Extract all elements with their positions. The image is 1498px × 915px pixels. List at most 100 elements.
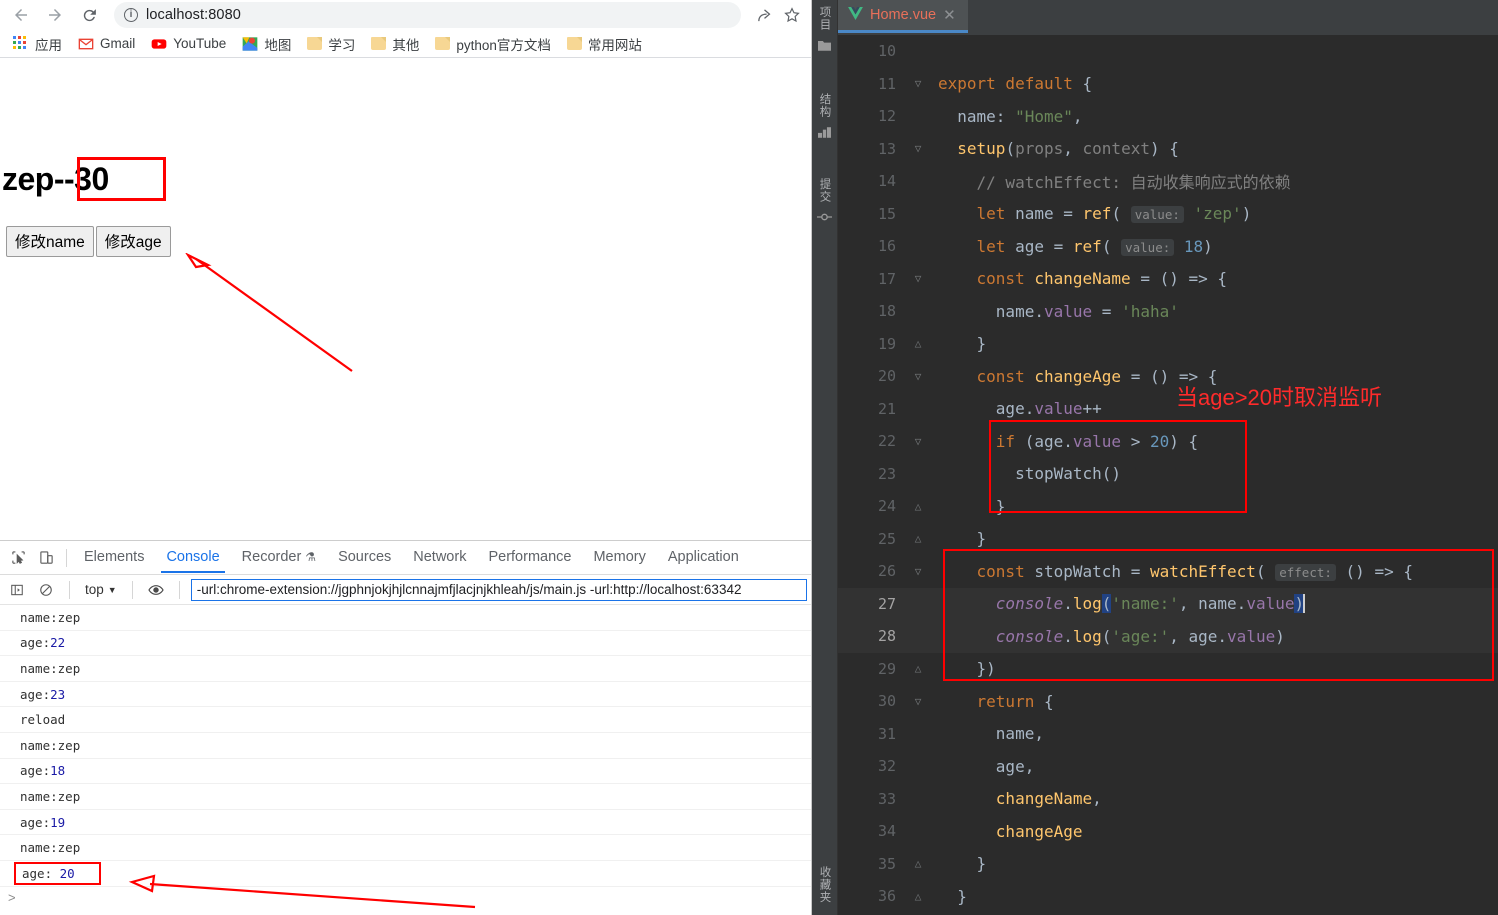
code-line[interactable]: 12 name: "Home", bbox=[838, 100, 1498, 133]
address-bar[interactable]: i localhost:8080 bbox=[114, 2, 741, 28]
console-row[interactable]: name: zep bbox=[0, 656, 811, 682]
tab-elements[interactable]: Elements bbox=[73, 543, 155, 573]
code-line[interactable]: 16 let age = ref( value: 18) bbox=[838, 230, 1498, 263]
share-icon[interactable] bbox=[751, 2, 777, 28]
tab-sources[interactable]: Sources bbox=[327, 543, 402, 573]
code-line[interactable]: 25 △ } bbox=[838, 523, 1498, 556]
fold-marker-icon[interactable]: ▽ bbox=[906, 78, 930, 89]
fold-marker-icon[interactable]: △ bbox=[906, 858, 930, 869]
code-line[interactable]: 20 ▽ const changeAge = () => { bbox=[838, 360, 1498, 393]
console-row[interactable]: age: 22 bbox=[0, 631, 811, 657]
code-line[interactable]: 23 stopWatch() bbox=[838, 458, 1498, 491]
device-toolbar-icon[interactable] bbox=[32, 544, 60, 572]
tab-application[interactable]: Application bbox=[657, 543, 750, 573]
bookmark-maps[interactable]: 地图 bbox=[235, 32, 298, 56]
fold-marker-icon[interactable]: △ bbox=[906, 533, 930, 544]
bookmark-folder-common-sites[interactable]: 常用网站 bbox=[560, 32, 649, 56]
tab-console[interactable]: Console bbox=[155, 543, 230, 573]
console-row[interactable]: reload bbox=[0, 707, 811, 733]
code-editor[interactable]: 10 11 ▽ export default {12 name: "Home", 13 ▽… bbox=[838, 35, 1498, 915]
code-line[interactable]: 19 △ } bbox=[838, 328, 1498, 361]
console-row[interactable]: name: zep bbox=[0, 605, 811, 631]
code-line[interactable]: 18 name.value = 'haha' bbox=[838, 295, 1498, 328]
code-line[interactable]: 27 console.log('name:', name.value) bbox=[838, 587, 1498, 620]
bookmark-label: YouTube bbox=[173, 36, 227, 51]
code-line[interactable]: 17 ▽ const changeName = () => { bbox=[838, 263, 1498, 296]
bookmark-folder-python-docs[interactable]: python官方文档 bbox=[428, 32, 558, 56]
code-line[interactable]: 13 ▽ setup(props, context) { bbox=[838, 133, 1498, 166]
console-output[interactable]: name: zep age: 22 name: zep age: 23 relo… bbox=[0, 605, 811, 915]
bookmark-youtube[interactable]: YouTube bbox=[144, 32, 233, 56]
page-viewport: zep--30 修改name 修改age bbox=[0, 58, 811, 502]
code-line[interactable]: 11 ▽ export default { bbox=[838, 68, 1498, 101]
rail-item-commit[interactable]: 提交 bbox=[812, 172, 837, 233]
code-line[interactable]: 26 ▽ const stopWatch = watchEffect( effec… bbox=[838, 555, 1498, 588]
forward-button[interactable] bbox=[40, 1, 70, 29]
code-line[interactable]: 30 ▽ return { bbox=[838, 685, 1498, 718]
bookmark-folder-xuexi[interactable]: 学习 bbox=[300, 32, 362, 56]
console-row[interactable]: age: 23 bbox=[0, 682, 811, 708]
bookmark-gmail[interactable]: Gmail bbox=[71, 32, 142, 56]
code-line[interactable]: 21 age.value++ bbox=[838, 393, 1498, 426]
code-line[interactable]: 28 console.log('age:', age.value) bbox=[838, 620, 1498, 653]
line-number: 13 bbox=[877, 139, 896, 158]
code-line[interactable]: 29 △ }) bbox=[838, 653, 1498, 686]
code-line[interactable]: 33 changeName, bbox=[838, 783, 1498, 816]
context-selector[interactable]: top ▼ bbox=[81, 582, 121, 597]
fold-marker-icon[interactable]: ▽ bbox=[906, 273, 930, 284]
info-icon[interactable]: i bbox=[124, 8, 138, 22]
code-line[interactable]: 24 △ } bbox=[838, 490, 1498, 523]
fold-marker-icon[interactable]: ▽ bbox=[906, 371, 930, 382]
code-line[interactable]: 10 bbox=[838, 35, 1498, 68]
fold-marker-icon[interactable]: ▽ bbox=[906, 696, 930, 707]
tab-performance[interactable]: Performance bbox=[477, 543, 582, 573]
back-button[interactable] bbox=[6, 1, 36, 29]
code-line[interactable]: 31 name, bbox=[838, 718, 1498, 751]
log-text: age: bbox=[20, 686, 51, 702]
console-row[interactable]: name: zep bbox=[0, 835, 811, 861]
reload-button[interactable] bbox=[74, 1, 104, 29]
fold-marker-icon[interactable]: △ bbox=[906, 663, 930, 674]
code-line[interactable]: 34 changeAge bbox=[838, 815, 1498, 848]
console-filter-input[interactable] bbox=[190, 578, 807, 601]
change-age-button[interactable]: 修改age bbox=[95, 226, 171, 257]
annotation-note: 当age>20时取消监听 bbox=[1176, 385, 1383, 410]
fold-marker-icon[interactable]: △ bbox=[906, 338, 930, 349]
bookmark-label: 常用网站 bbox=[587, 37, 642, 53]
console-row[interactable]: age: 19 bbox=[0, 810, 811, 836]
rail-item-bookmarks[interactable]: 收藏夹 bbox=[812, 860, 837, 910]
code-line[interactable]: 14 // watchEffect: 自动收集响应式的依赖 bbox=[838, 165, 1498, 198]
tab-network[interactable]: Network bbox=[402, 543, 477, 573]
log-text: age: bbox=[20, 763, 51, 779]
rail-item-project[interactable]: 项目 bbox=[812, 0, 837, 61]
fold-marker-icon[interactable]: △ bbox=[906, 501, 930, 512]
code-line[interactable]: 36 △ } bbox=[838, 880, 1498, 913]
tab-memory[interactable]: Memory bbox=[582, 543, 656, 573]
code-line[interactable]: 15 let name = ref( value: 'zep') bbox=[838, 198, 1498, 231]
fold-marker-icon[interactable]: ▽ bbox=[906, 436, 930, 447]
fold-marker-icon[interactable]: △ bbox=[906, 891, 930, 902]
rail-item-structure[interactable]: 结构 bbox=[812, 87, 837, 148]
bookmark-apps[interactable]: 应用 bbox=[6, 32, 69, 56]
inspect-element-icon[interactable] bbox=[4, 544, 32, 572]
code-text: if (age.value > 20) { bbox=[995, 431, 1199, 451]
fold-marker-icon[interactable]: ▽ bbox=[906, 566, 930, 577]
clear-console-icon[interactable] bbox=[34, 579, 58, 601]
line-number: 21 bbox=[877, 399, 896, 418]
bookmark-star-icon[interactable] bbox=[779, 2, 805, 28]
console-sidebar-icon[interactable] bbox=[5, 579, 29, 601]
console-row[interactable]: name: zep bbox=[0, 784, 811, 810]
tab-recorder[interactable]: Recorder ⚗ bbox=[231, 543, 327, 573]
console-row[interactable]: age: 18 bbox=[0, 759, 811, 785]
editor-tab-home-vue[interactable]: Home.vue ✕ bbox=[838, 0, 968, 33]
console-row[interactable]: name: zep bbox=[0, 733, 811, 759]
code-line[interactable]: 35 △ } bbox=[838, 848, 1498, 881]
change-name-button[interactable]: 修改name bbox=[6, 226, 94, 257]
bookmark-folder-qita[interactable]: 其他 bbox=[364, 32, 426, 56]
code-line[interactable]: 32 age, bbox=[838, 750, 1498, 783]
fold-marker-icon[interactable]: ▽ bbox=[906, 143, 930, 154]
console-toolbar: top ▼ bbox=[0, 575, 811, 605]
close-icon[interactable]: ✕ bbox=[943, 6, 956, 24]
code-line[interactable]: 22 ▽ if (age.value > 20) { bbox=[838, 425, 1498, 458]
live-expression-eye-icon[interactable] bbox=[144, 579, 168, 601]
